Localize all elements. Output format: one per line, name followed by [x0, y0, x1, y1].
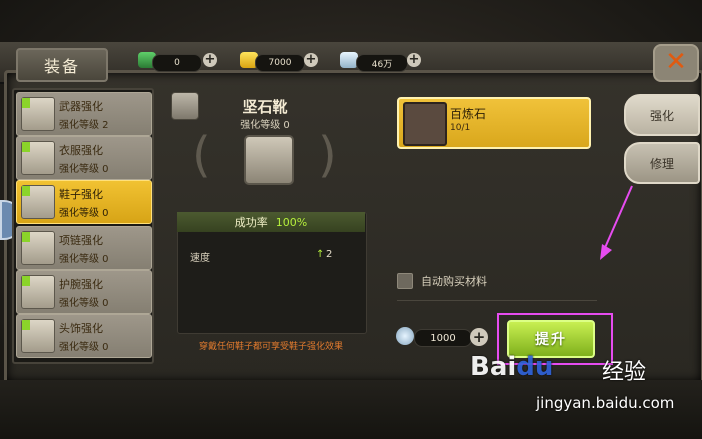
gold-count: 7000	[255, 54, 305, 72]
auto-buy-checkbox[interactable]	[397, 273, 413, 289]
close-icon: ✕	[665, 47, 687, 77]
item-name: 坚石靴	[242, 98, 288, 116]
equipment-slot-list: 武器强化 强化等级 2 衣服强化 强化等级 0 鞋子强化 强化等级 0 项链强化…	[12, 88, 154, 364]
slot-name: 衣服强化	[59, 144, 103, 157]
emerald-count: 0	[152, 54, 202, 72]
item-level: 强化等级 0	[240, 120, 290, 131]
watermark-jingyan: 经验	[602, 360, 647, 385]
annotation-arrow-icon	[600, 185, 633, 260]
hint-text: 穿戴任何鞋子都可享受鞋子强化效果	[198, 342, 343, 352]
slot-headgear[interactable]: 头饰强化 强化等级 0	[16, 314, 152, 358]
slot-name: 头饰强化	[59, 322, 103, 335]
necklace-icon	[21, 231, 55, 265]
slot-name: 护腕强化	[59, 278, 103, 291]
success-rate-label: 成功率	[234, 216, 268, 229]
slot-boots[interactable]: 鞋子强化 强化等级 0	[16, 180, 152, 224]
slot-bracer[interactable]: 护腕强化 强化等级 0	[16, 270, 152, 314]
item-type-icon	[171, 92, 199, 120]
stat-value: 2	[326, 249, 333, 260]
slot-level: 强化等级 0	[59, 298, 109, 309]
auto-buy-row[interactable]: 自动购买材料	[397, 272, 487, 290]
slot-level: 强化等级 0	[59, 208, 109, 219]
add-gold-button[interactable]: +	[304, 53, 318, 67]
baidu-logo: Baidu	[470, 352, 554, 382]
crystal-icon	[396, 327, 414, 345]
add-crystal-button[interactable]: +	[407, 53, 421, 67]
watermark-url: jingyan.baidu.com	[536, 394, 675, 412]
success-rate-value: 100%	[275, 215, 308, 229]
success-rate-bar: 成功率 100%	[177, 212, 365, 232]
slot-necklace[interactable]: 项链强化 强化等级 0	[16, 226, 152, 270]
left-bracket-icon: (	[192, 127, 211, 183]
material-name: 百炼石	[450, 107, 487, 121]
ore-icon	[403, 102, 447, 146]
tab-enhance[interactable]: 强化	[624, 94, 700, 136]
slot-name: 武器强化	[59, 100, 103, 113]
watermark: Baidu 经验 jingyan.baidu.com	[470, 352, 674, 422]
slot-weapon[interactable]: 武器强化 强化等级 2	[16, 92, 152, 136]
slot-level: 强化等级 0	[59, 342, 109, 353]
cost-value: 1000	[414, 329, 472, 347]
material-count: 10/1	[450, 123, 471, 133]
right-bracket-icon: )	[318, 127, 337, 183]
boots-item-icon[interactable]	[244, 135, 294, 185]
bracer-icon	[21, 275, 55, 309]
arrow-up-icon: ↑	[316, 249, 325, 260]
armor-icon	[21, 141, 55, 175]
slot-level: 强化等级 0	[59, 254, 109, 265]
stat-name: 速度	[190, 253, 210, 264]
tab-repair[interactable]: 修理	[624, 142, 700, 184]
slot-level: 强化等级 2	[59, 120, 109, 131]
material-card[interactable]: 百炼石 10/1	[397, 97, 591, 149]
page-title: 装备	[16, 48, 108, 82]
slot-level: 强化等级 0	[59, 164, 109, 175]
add-crystal-button[interactable]: +	[470, 328, 488, 346]
slot-name: 鞋子强化	[59, 188, 103, 201]
slot-name: 项链强化	[59, 234, 103, 247]
auto-buy-label: 自动购买材料	[421, 275, 487, 288]
crystal-count: 46万	[356, 54, 408, 72]
slot-armor[interactable]: 衣服强化 强化等级 0	[16, 136, 152, 180]
headgear-icon	[21, 319, 55, 353]
add-emerald-button[interactable]: +	[203, 53, 217, 67]
divider	[397, 300, 597, 301]
close-button[interactable]: ✕	[653, 44, 699, 82]
boots-icon	[21, 185, 55, 219]
weapon-icon	[21, 97, 55, 131]
